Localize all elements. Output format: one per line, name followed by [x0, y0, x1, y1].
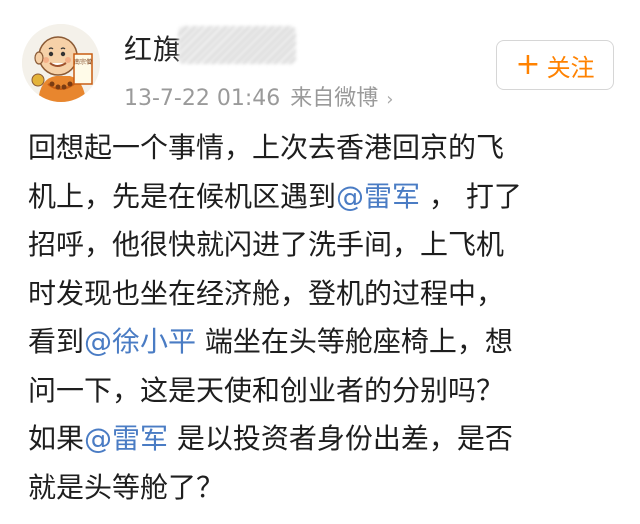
content-text: 如果 [28, 422, 85, 455]
content-text: ， 打了 [420, 179, 522, 213]
content-line: 问一下，这是天使和创业者的分别吗？ [28, 367, 628, 416]
content-text: 是以投资者身份出差，是否 [168, 422, 513, 455]
svg-text:南宗僧: 南宗僧 [74, 58, 92, 66]
timestamp: 13-7-22 01:46 [124, 86, 281, 111]
content-text: 看到 [28, 325, 85, 358]
plus-icon: + [515, 47, 541, 82]
content-text: 机上，先是在候机区遇到 [28, 179, 337, 213]
follow-button[interactable]: + 关注 [496, 40, 614, 90]
follow-label: 关注 [546, 53, 595, 82]
content-line: 招呼，他很快就闪进了洗手间，上飞机 [28, 221, 628, 270]
cartoon-monk-avatar-icon: 南宗僧 [22, 24, 100, 102]
post-source[interactable]: 来自微博 [290, 86, 378, 111]
post-meta: 13-7-22 01:46 来自微博 › [124, 80, 393, 112]
post-content: 回想起一个事情，上次去香港回京的飞 机上，先是在候机区遇到@雷军 ， 打了 招呼，他… [28, 124, 628, 512]
content-line: 如果@雷军 是以投资者身份出差，是否 [28, 415, 628, 464]
content-text: 招呼，他很快就闪进了洗手间，上飞机 [28, 228, 505, 261]
author-name[interactable]: 红旗 [124, 28, 182, 68]
content-line: 时发现也坐在经济舱，登机的过程中， [28, 270, 628, 319]
weibo-post: 南宗僧 红旗 13-7-22 01:46 来自微博 › + 关注 回想起一个事情，上… [0, 0, 640, 524]
content-text: 就是头等舱了？ [28, 470, 225, 504]
content-text: 回想起一个事情，上次去香港回京的飞 [28, 131, 505, 164]
content-text: 问一下，这是天使和创业者的分别吗？ [28, 373, 505, 407]
content-line: 就是头等舱了？ [28, 464, 628, 513]
name-redaction [178, 26, 296, 64]
user-mention-link[interactable]: @雷军 [336, 180, 420, 213]
content-line: 回想起一个事情，上次去香港回京的飞 [28, 124, 628, 173]
chevron-right-icon[interactable]: › [386, 89, 393, 110]
content-text: 端坐在头等舱座椅上，想 [196, 325, 513, 358]
content-line: 机上，先是在候机区遇到@雷军 ， 打了 [28, 173, 628, 222]
avatar[interactable]: 南宗僧 [22, 24, 100, 102]
user-mention-link[interactable]: @雷军 [84, 422, 168, 455]
content-line: 看到@徐小平 端坐在头等舱座椅上，想 [28, 318, 628, 367]
content-text: 时发现也坐在经济舱，登机的过程中， [28, 276, 505, 310]
user-mention-link[interactable]: @徐小平 [84, 325, 196, 358]
